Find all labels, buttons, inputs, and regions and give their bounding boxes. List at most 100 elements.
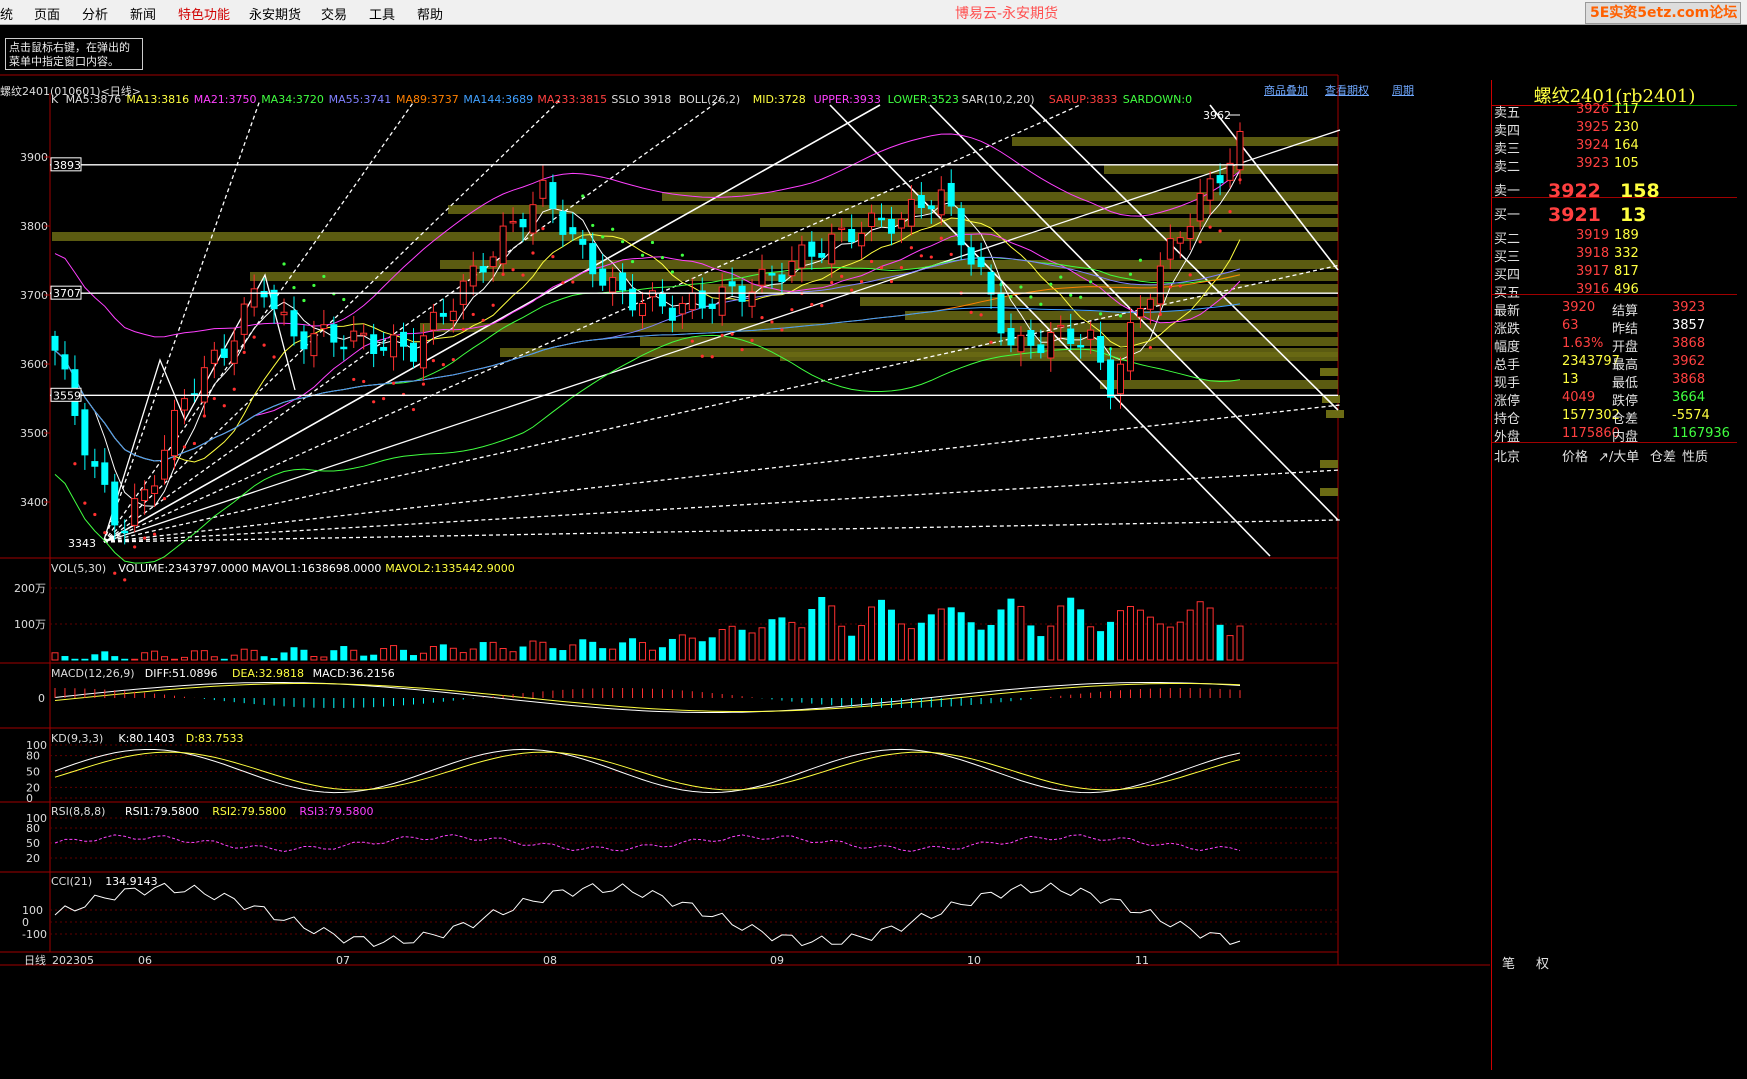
candle-body[interactable] [260,290,268,298]
candle-body[interactable] [360,332,368,336]
candle-body[interactable] [529,204,537,234]
candle-body[interactable] [1156,265,1164,305]
candle-body[interactable] [1117,363,1125,395]
candle-body[interactable] [320,324,328,330]
candle-body[interactable] [788,260,796,277]
candle-body[interactable] [927,205,935,210]
kline-chart[interactable]: 390038003700360035003400 200万100万0100805… [0,0,1490,1079]
candle-body[interactable] [668,307,676,321]
bottom-tab-1[interactable]: 权 [1536,953,1549,972]
candle-body[interactable] [579,238,587,245]
candle-body[interactable] [818,253,826,258]
candle-body[interactable] [1226,162,1234,181]
candle-body[interactable] [300,331,308,350]
candle-body[interactable] [210,349,218,364]
candle-body[interactable] [1057,324,1065,328]
candle-body[interactable] [977,256,985,268]
candle-body[interactable] [937,189,945,216]
candle-body[interactable] [609,277,617,293]
candle-body[interactable] [141,489,149,502]
candle-body[interactable] [619,272,627,291]
candle-body[interactable] [1097,335,1105,363]
candle-body[interactable] [758,268,766,286]
candle-body[interactable] [310,333,318,357]
candle-body[interactable] [868,212,876,227]
candle-body[interactable] [390,334,398,358]
candle-body[interactable] [81,409,89,456]
candle-body[interactable] [91,461,99,467]
candle-body[interactable] [1196,192,1204,222]
candle-body[interactable] [370,334,378,355]
candle-body[interactable] [240,303,248,335]
candle-body[interactable] [808,241,816,257]
candle-body[interactable] [151,485,159,494]
candle-body[interactable] [718,286,726,316]
candle-body[interactable] [768,273,776,276]
candle-body[interactable] [957,208,965,246]
candle-body[interactable] [419,335,427,369]
candle-body[interactable] [778,274,786,283]
candle-body[interactable] [848,228,856,243]
candle-body[interactable] [340,346,348,350]
candle-body[interactable] [678,302,686,315]
candle-body[interactable] [280,311,288,316]
candle-body[interactable] [1047,332,1055,359]
candle-body[interactable] [1027,330,1035,346]
candle-body[interactable] [1166,238,1174,260]
candle-body[interactable] [1186,226,1194,239]
candle-body[interactable] [1077,345,1085,348]
candle-body[interactable] [858,232,866,247]
bottom-tab-0[interactable]: 笔 [1502,953,1515,972]
candle-body[interactable] [688,292,696,311]
candle-body[interactable] [569,227,577,235]
candle-body[interactable] [290,310,298,337]
candle-body[interactable] [1087,329,1095,340]
candle-body[interactable] [439,312,447,317]
candle-body[interactable] [1107,359,1115,398]
candle-body[interactable] [180,398,188,411]
candle-body[interactable] [230,340,238,364]
candle-body[interactable] [509,220,517,224]
candle-body[interactable] [409,342,417,362]
candle-body[interactable] [798,244,806,269]
candle-body[interactable] [429,311,437,331]
candle-body[interactable] [549,182,557,209]
candle-body[interactable] [170,409,178,457]
candle-body[interactable] [907,198,915,227]
candle-body[interactable] [629,288,637,311]
candle-body[interactable] [250,288,258,308]
candle-body[interactable] [1176,237,1184,244]
candle-body[interactable] [1136,308,1144,318]
candle-body[interactable] [828,233,836,265]
candle-body[interactable] [449,310,457,322]
candle-body[interactable] [987,271,995,295]
candle-body[interactable] [559,211,567,235]
candle-body[interactable] [400,331,408,347]
candle-body[interactable] [878,217,886,221]
candle-body[interactable] [1017,334,1025,353]
candle-body[interactable] [1067,328,1075,345]
candle-body[interactable] [1236,130,1244,171]
candle-body[interactable] [1037,344,1045,354]
candle-body[interactable] [489,256,497,268]
candle-body[interactable] [748,291,756,307]
candle-body[interactable] [469,265,477,287]
candle-body[interactable] [161,449,169,480]
candle-body[interactable] [101,462,109,485]
candle-body[interactable] [639,303,647,317]
candle-body[interactable] [121,530,129,534]
candle-body[interactable] [1216,175,1224,184]
candle-body[interactable] [220,348,228,358]
candle-body[interactable] [330,324,338,343]
candle-body[interactable] [728,281,736,287]
candle-body[interactable] [967,247,975,265]
candle-body[interactable] [519,219,527,228]
candle-body[interactable] [887,218,895,234]
candle-body[interactable] [539,179,547,199]
candle-body[interactable] [1206,178,1214,201]
candle-body[interactable] [1126,322,1134,372]
candle-body[interactable] [997,292,1005,334]
candle-body[interactable] [917,195,925,209]
candle-body[interactable] [380,346,388,351]
candle-body[interactable] [708,303,716,309]
